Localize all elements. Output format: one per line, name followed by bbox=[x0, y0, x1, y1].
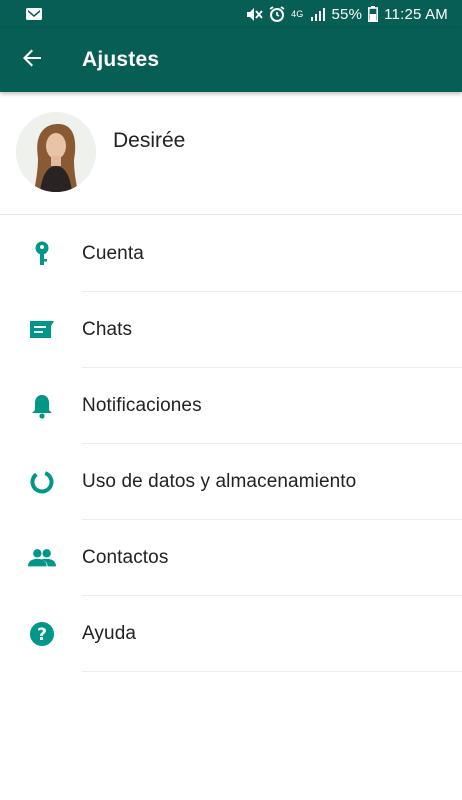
avatar[interactable] bbox=[16, 112, 96, 192]
page-title: Ajustes bbox=[82, 48, 160, 71]
app-bar: Ajustes bbox=[0, 28, 462, 92]
profile-row[interactable]: Desirée bbox=[0, 92, 462, 214]
signal-icon bbox=[310, 7, 326, 21]
settings-item-cuenta[interactable]: Cuenta bbox=[0, 216, 462, 292]
settings-item-label: Cuenta bbox=[82, 243, 144, 264]
mute-icon bbox=[246, 7, 263, 22]
settings-item-label: Uso de datos y almacenamiento bbox=[82, 471, 357, 492]
settings-item-contactos[interactable]: Contactos bbox=[0, 520, 462, 596]
gmail-icon bbox=[26, 8, 42, 20]
chat-icon bbox=[28, 316, 56, 344]
divider bbox=[82, 671, 462, 672]
settings-item-notificaciones[interactable]: Notificaciones bbox=[0, 368, 462, 444]
profile-name: Desirée bbox=[113, 129, 186, 152]
settings-item-label: Chats bbox=[82, 319, 133, 340]
svg-text:?: ? bbox=[37, 625, 47, 645]
status-bar: 4G 55% 11:25 AM bbox=[0, 0, 462, 28]
help-icon: ? bbox=[28, 620, 56, 648]
data-usage-icon bbox=[28, 468, 56, 496]
back-button[interactable] bbox=[0, 28, 64, 92]
settings-item-ayuda[interactable]: ? Ayuda bbox=[0, 596, 462, 672]
settings-item-label: Contactos bbox=[82, 547, 169, 568]
settings-item-uso-de-datos[interactable]: Uso de datos y almacenamiento bbox=[0, 444, 462, 520]
settings-item-label: Notificaciones bbox=[82, 395, 202, 416]
battery-icon bbox=[368, 6, 379, 22]
battery-percent: 55% bbox=[331, 5, 363, 23]
settings-screen: 4G 55% 11:25 AM Ajustes Desirée Cuenta C… bbox=[0, 0, 462, 800]
arrow-back-icon bbox=[22, 48, 42, 73]
settings-list: Cuenta Chats Notificaciones Uso de datos… bbox=[0, 216, 462, 672]
settings-item-chats[interactable]: Chats bbox=[0, 292, 462, 368]
settings-item-label: Ayuda bbox=[82, 623, 137, 644]
alarm-icon bbox=[269, 6, 285, 22]
bell-icon bbox=[28, 392, 56, 420]
key-icon bbox=[28, 240, 56, 268]
profile-divider bbox=[0, 214, 462, 215]
network-type: 4G bbox=[291, 9, 304, 19]
status-time: 11:25 AM bbox=[384, 5, 448, 23]
contacts-icon bbox=[28, 544, 56, 572]
